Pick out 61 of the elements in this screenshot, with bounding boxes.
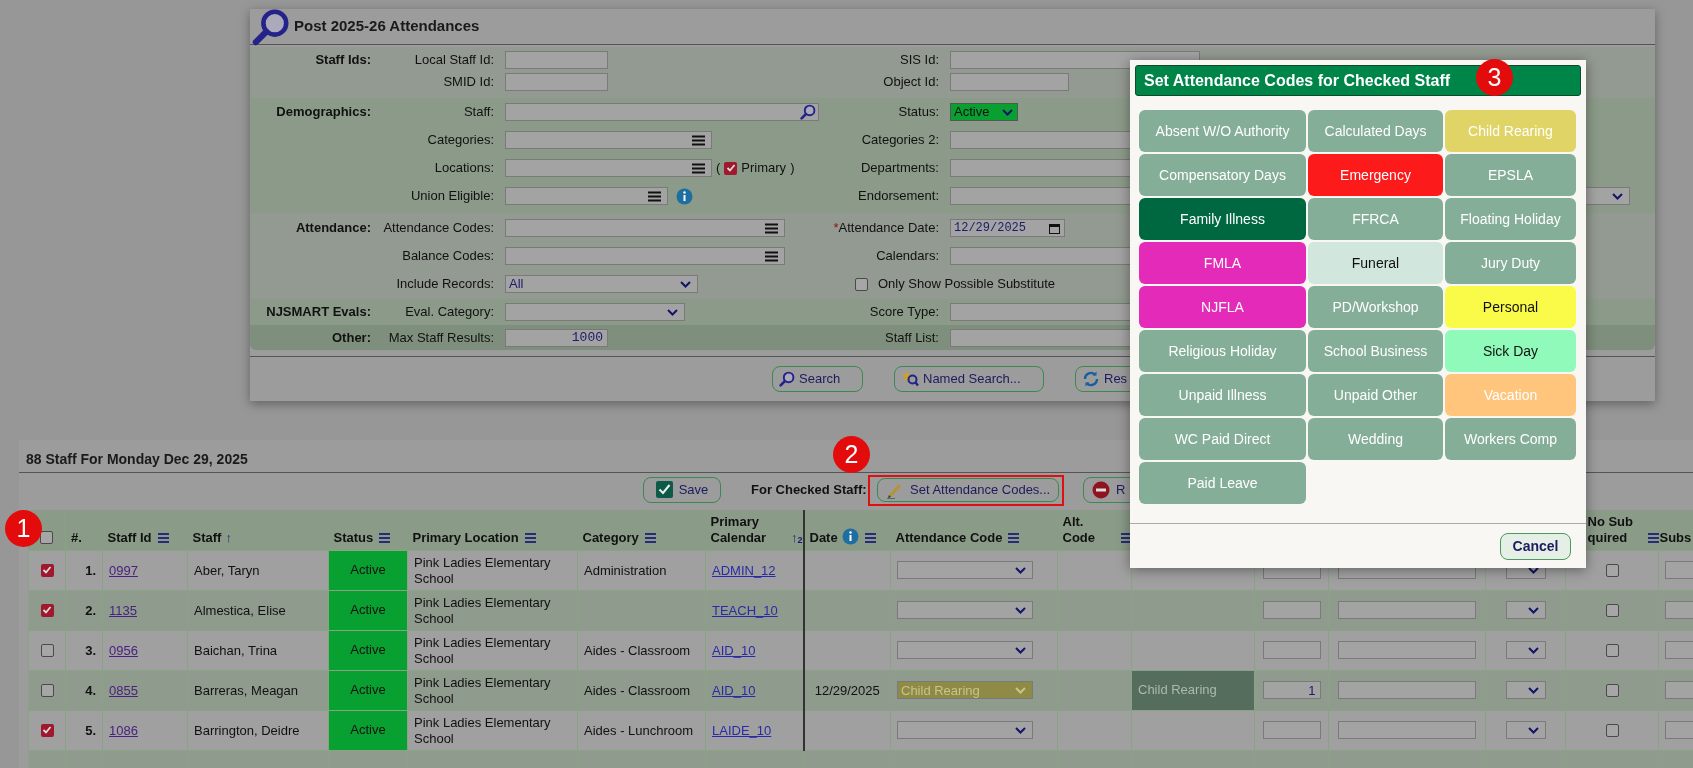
- field-label: Status:: [898, 103, 939, 122]
- section-label: Other:: [332, 328, 371, 347]
- table-cell: Pink Ladies Elementary School: [414, 675, 551, 706]
- panel-title: Post 2025-26 Attendances: [294, 16, 480, 37]
- section-label: NJSMART Evals:: [266, 303, 371, 322]
- table-cell: Aber, Taryn: [194, 563, 260, 578]
- field-label: Attendance Date:: [838, 219, 939, 238]
- field-label: Object Id:: [883, 73, 939, 92]
- sort-rank: 2: [797, 533, 803, 546]
- field-label: Include Records:: [396, 275, 494, 294]
- field-label: Staff:: [463, 103, 494, 122]
- code-cell: Child Rearing: [1131, 670, 1255, 710]
- section-label: Staff Ids:: [315, 51, 371, 70]
- row-number: 4.: [85, 683, 96, 698]
- row-number: 2.: [85, 603, 96, 618]
- paren-text: ): [790, 159, 795, 178]
- table-cell: Pink Ladies Elementary School: [414, 715, 551, 746]
- required-mark: *: [833, 219, 839, 238]
- toolbar-label: For Checked Staff:: [751, 480, 866, 499]
- table-cell: Barrington, Deidre: [194, 723, 300, 738]
- field-label: Endorsement:: [858, 187, 939, 206]
- field-label: Staff List:: [885, 328, 939, 347]
- table-cell: Aides - Classroom: [584, 683, 691, 698]
- field-label: Eval. Category:: [405, 303, 494, 322]
- table-cell: Pink Ladies Elementary School: [414, 635, 551, 666]
- field-label: Categories 2:: [861, 131, 939, 150]
- section-label: Demographics:: [276, 103, 371, 122]
- status-cell: Active: [328, 590, 408, 630]
- table-cell: Aides - Lunchroom: [584, 723, 694, 738]
- field-label: Attendance Codes:: [383, 219, 494, 238]
- field-label: SMID Id:: [443, 73, 494, 92]
- field-label: Calendars:: [876, 247, 939, 266]
- row-number: 5.: [85, 723, 96, 738]
- table-cell: Pink Ladies Elementary School: [414, 555, 551, 586]
- table-cell: Administration: [584, 563, 667, 578]
- status-cell: Active: [328, 630, 408, 670]
- section-label: Attendance:: [295, 219, 371, 238]
- row-number: 3.: [85, 643, 96, 658]
- checkbox-label: Primary: [741, 159, 787, 178]
- table-cell: Almestica, Elise: [194, 603, 286, 618]
- paren-text: (: [716, 159, 721, 178]
- field-label: Balance Codes:: [402, 247, 494, 266]
- table-cell: Baichan, Trina: [194, 643, 278, 658]
- field-label: Union Eligible:: [410, 187, 494, 206]
- table-cell: Barreras, Meagan: [194, 683, 299, 698]
- table-cell: 12/29/2025: [814, 683, 880, 698]
- status-cell: Active: [328, 550, 408, 590]
- status-cell: Active: [328, 670, 408, 710]
- results-title: 88 Staff For Monday Dec 29, 2025: [26, 449, 248, 469]
- field-label: Categories:: [427, 131, 494, 150]
- field-label: Departments:: [860, 159, 939, 178]
- table-cell: Pink Ladies Elementary School: [414, 595, 551, 626]
- row-number: 1.: [85, 563, 96, 578]
- checkbox-label: Only Show Possible Substitute: [878, 275, 1056, 294]
- field-label: SIS Id:: [899, 51, 939, 70]
- table-cell: Aides - Classroom: [584, 643, 691, 658]
- field-label: Locations:: [434, 159, 494, 178]
- field-label: Local Staff Id:: [414, 51, 494, 70]
- field-label: Max Staff Results:: [388, 328, 494, 347]
- field-label: Score Type:: [869, 303, 939, 322]
- status-cell: Active: [328, 710, 408, 750]
